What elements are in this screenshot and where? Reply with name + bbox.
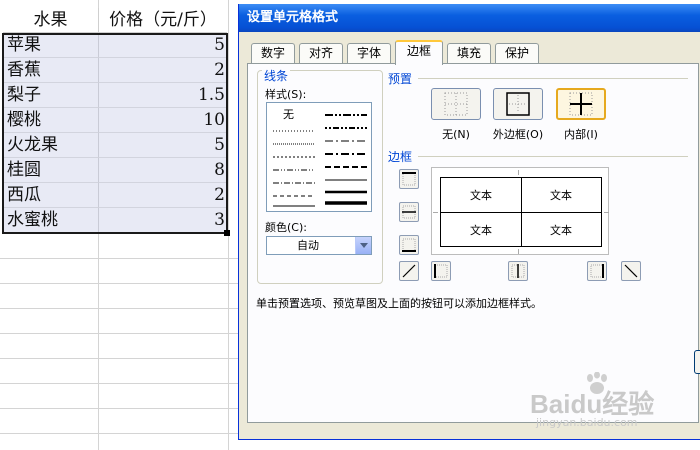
fill-handle[interactable] — [224, 230, 230, 236]
preset-none-label: 无(N) — [442, 128, 470, 141]
preview-tick — [604, 212, 609, 213]
dialog-title[interactable]: 设置单元格格式 — [239, 4, 700, 32]
border-left-button[interactable] — [431, 261, 451, 281]
border-right-button[interactable] — [587, 261, 607, 281]
color-value: 自动 — [297, 239, 319, 252]
preset-inside-button[interactable] — [556, 88, 606, 120]
price-cell[interactable]: 2 — [99, 183, 227, 208]
border-diag-up-button[interactable] — [399, 261, 419, 281]
border-preview[interactable]: 文本 文本 文本 文本 — [431, 167, 609, 255]
grid-line — [0, 308, 240, 309]
table-row[interactable]: 水蜜桃 3 — [3, 208, 227, 233]
hint-text: 单击预置选项、预览草图及上面的按钮可以添加边框样式。 — [256, 297, 542, 310]
price-cell[interactable]: 8 — [99, 158, 227, 183]
presets-divider — [418, 78, 688, 79]
preset-outline-label: 外边框(O) — [492, 128, 544, 141]
tab-border[interactable]: 边框 — [395, 40, 443, 65]
fruit-cell[interactable]: 西瓜 — [3, 183, 99, 208]
preset-none-button[interactable] — [431, 88, 481, 120]
table-row[interactable]: 梨子 1.5 — [3, 83, 227, 108]
table-row[interactable]: 樱桃 10 — [3, 108, 227, 133]
line-style-list[interactable]: 无 — [266, 102, 372, 212]
fruit-cell[interactable]: 香蕉 — [3, 58, 99, 83]
preview-text: 文本 — [470, 224, 492, 237]
preview-tick — [433, 212, 438, 213]
preset-inside-label: 内部(I) — [564, 128, 598, 141]
preset-none-icon — [444, 92, 468, 116]
price-cell[interactable]: 10 — [99, 108, 227, 133]
color-label: 颜色(C): — [265, 221, 307, 234]
price-cell[interactable]: 1.5 — [99, 83, 227, 108]
watermark-url: jingyan.baidu.com — [536, 416, 638, 429]
tab-fill[interactable]: 填充 — [447, 43, 491, 64]
format-cells-dialog: 设置单元格格式 数字 对齐 字体 边框 填充 保护 线条 样式(S): 无 颜色… — [238, 4, 700, 440]
spreadsheet[interactable]: 水果 价格（元/斤） 苹果 5 香蕉 2 梨子 1.5 樱桃 10 火龙果 5 … — [0, 0, 240, 450]
fruit-cell[interactable]: 梨子 — [3, 83, 99, 108]
grid-line — [0, 358, 240, 359]
table-row[interactable]: 西瓜 2 — [3, 183, 227, 208]
line-style-samples[interactable] — [267, 103, 373, 213]
border-right-icon — [590, 264, 604, 278]
header-cell-fruit[interactable]: 水果 — [3, 8, 99, 33]
border-middle-v-icon — [511, 264, 525, 278]
preset-outline-button[interactable] — [493, 88, 543, 120]
color-combo[interactable]: 自动 — [266, 236, 372, 255]
table-row[interactable]: 桂圆 8 — [3, 158, 227, 183]
preview-tick — [518, 249, 519, 254]
fruit-cell[interactable]: 苹果 — [3, 33, 99, 58]
presets-label: 预置 — [388, 72, 413, 86]
border-tab-panel: 线条 样式(S): 无 颜色(C): 自动 预置 无(N) 外边框(O) 内部(… — [247, 63, 699, 423]
table-row[interactable]: 苹果 5 — [3, 33, 227, 58]
border-diag-down-button[interactable] — [621, 261, 641, 281]
price-cell[interactable]: 3 — [99, 208, 227, 233]
preview-inner-horizontal — [441, 212, 601, 213]
border-top-icon — [402, 172, 416, 186]
grid-line — [0, 433, 240, 434]
tab-number[interactable]: 数字 — [251, 43, 295, 64]
style-label: 样式(S): — [265, 88, 307, 101]
tab-protection[interactable]: 保护 — [495, 43, 539, 64]
grid-line — [0, 258, 240, 259]
table-row[interactable]: 香蕉 2 — [3, 58, 227, 83]
fruit-cell[interactable]: 火龙果 — [3, 133, 99, 158]
grid-line — [0, 333, 240, 334]
preset-outline-icon — [506, 92, 530, 116]
preview-text: 文本 — [470, 189, 492, 202]
grid-line — [0, 383, 240, 384]
border-left-icon — [434, 264, 448, 278]
fruit-cell[interactable]: 桂圆 — [3, 158, 99, 183]
fruit-cell[interactable]: 樱桃 — [3, 108, 99, 133]
table-row[interactable]: 火龙果 5 — [3, 133, 227, 158]
border-bottom-icon — [402, 238, 416, 252]
border-top-button[interactable] — [399, 169, 419, 189]
grid-line — [0, 283, 240, 284]
border-middle-h-icon — [402, 205, 416, 219]
border-middle-h-button[interactable] — [399, 202, 419, 222]
border-diag-up-icon — [402, 264, 416, 278]
price-cell[interactable]: 5 — [99, 33, 227, 58]
border-bottom-button[interactable] — [399, 235, 419, 255]
preview-tick — [518, 170, 519, 175]
border-diag-down-icon — [624, 264, 638, 278]
grid-line — [0, 408, 240, 409]
ok-button[interactable] — [694, 350, 700, 374]
preset-inside-icon — [569, 92, 593, 116]
border-middle-v-button[interactable] — [508, 261, 528, 281]
preview-grid[interactable]: 文本 文本 文本 文本 — [440, 177, 602, 247]
preview-text: 文本 — [550, 224, 572, 237]
border-divider — [418, 156, 688, 157]
tab-font[interactable]: 字体 — [347, 43, 391, 64]
price-cell[interactable]: 2 — [99, 58, 227, 83]
header-cell-price[interactable]: 价格（元/斤） — [99, 8, 227, 33]
border-group-label: 边框 — [388, 150, 413, 164]
line-group-label: 线条 — [262, 67, 291, 84]
preview-text: 文本 — [550, 189, 572, 202]
fruit-cell[interactable]: 水蜜桃 — [3, 208, 99, 233]
header-row[interactable]: 水果 价格（元/斤） — [3, 8, 227, 33]
dropdown-arrow-icon[interactable] — [355, 237, 371, 254]
price-cell[interactable]: 5 — [99, 133, 227, 158]
tab-alignment[interactable]: 对齐 — [299, 43, 343, 64]
